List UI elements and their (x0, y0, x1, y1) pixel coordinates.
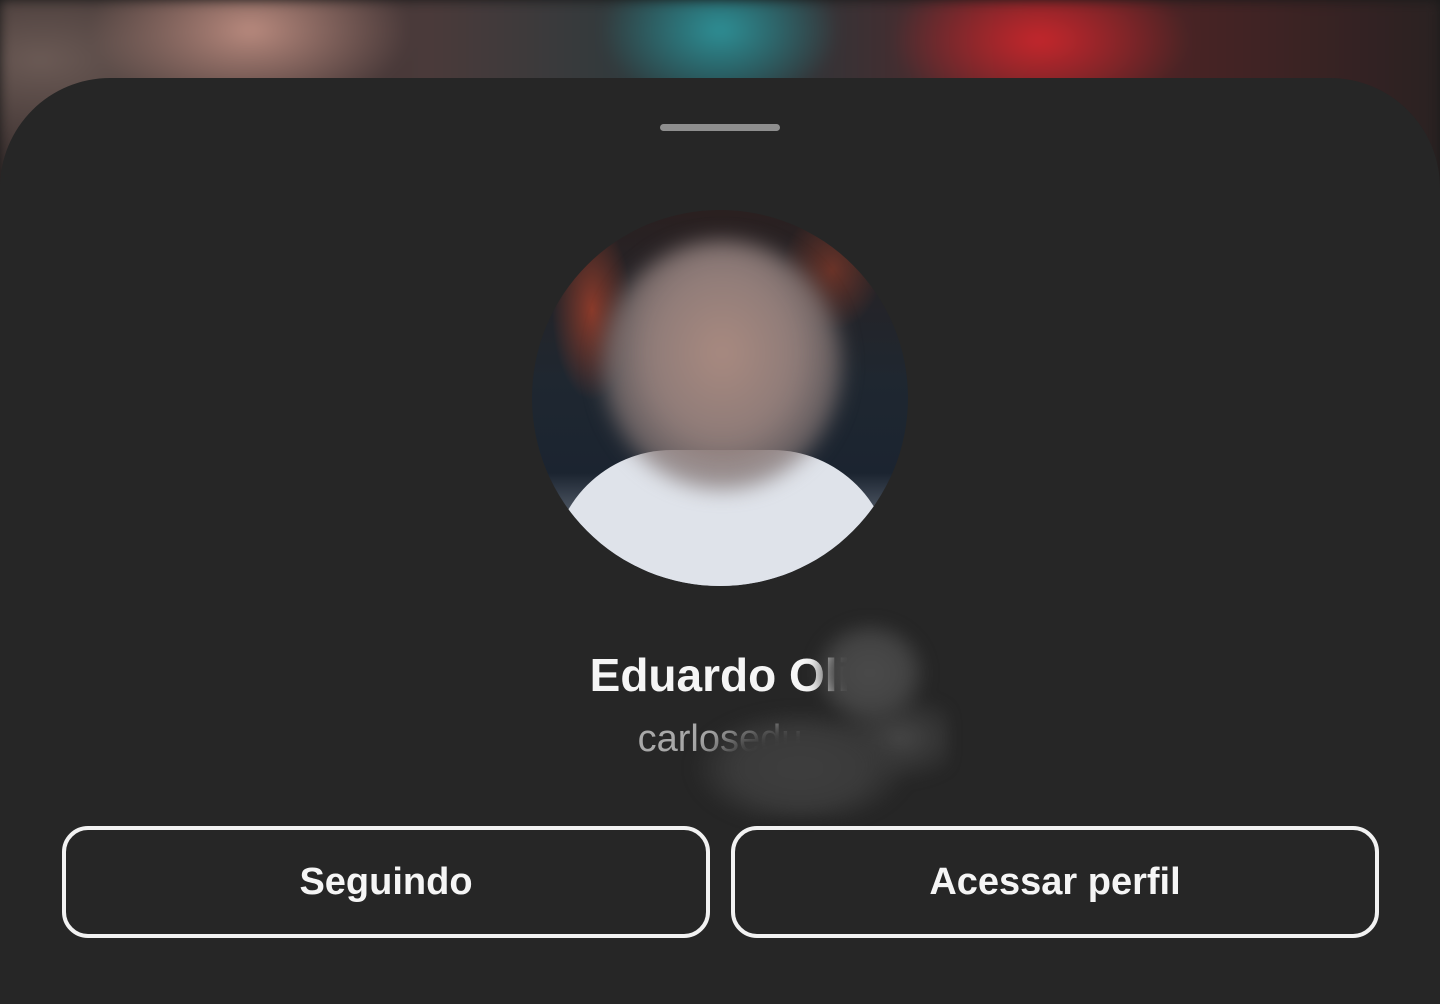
profile-bottom-sheet: Eduardo Oli carlosedu Seguindo Acessar p… (0, 78, 1440, 1004)
following-button[interactable]: Seguindo (62, 826, 710, 938)
avatar (532, 210, 908, 586)
redaction-blur (680, 618, 950, 818)
drag-handle[interactable] (660, 124, 780, 131)
view-profile-button[interactable]: Acessar perfil (731, 826, 1379, 938)
avatar-face-blur (602, 240, 842, 490)
